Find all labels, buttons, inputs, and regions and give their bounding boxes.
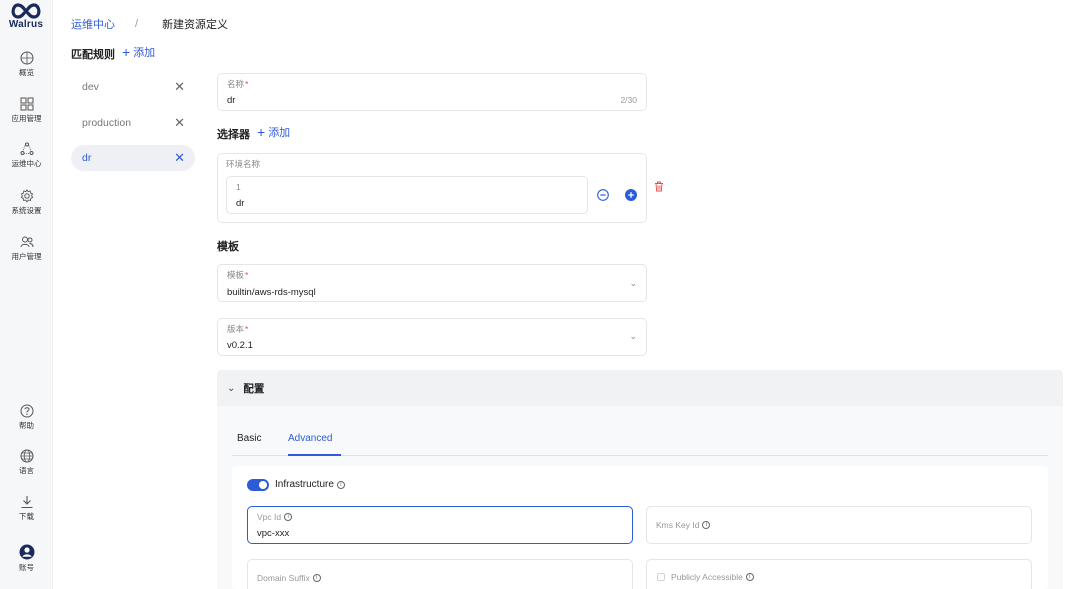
chevron-down-icon: ⌄: [629, 331, 637, 341]
users-icon: [20, 236, 33, 248]
sidebar-item-download[interactable]: 下载: [0, 495, 53, 522]
gear-icon: [20, 189, 33, 203]
template-label: 模板*: [227, 270, 249, 280]
close-icon[interactable]: ✕: [174, 79, 185, 95]
publicly-accessible-checkbox[interactable]: [657, 573, 665, 581]
sidebar-item-label: 用户管理: [11, 252, 42, 261]
info-icon: i: [312, 574, 321, 582]
publicly-accessible-field[interactable]: Publicly Accessible i: [646, 559, 1032, 589]
info-icon: i: [702, 521, 711, 529]
info-icon: i: [284, 513, 293, 521]
selector-title: 选择器: [217, 129, 250, 141]
rule-item-dr[interactable]: dr ✕: [71, 145, 195, 171]
add-row-button[interactable]: [625, 189, 637, 204]
version-value: v0.2.1: [227, 340, 253, 351]
env-name-input[interactable]: 1 dr: [226, 176, 588, 214]
rule-item-label: dr: [82, 152, 92, 164]
sidebar-item-apps[interactable]: 应用管理: [0, 97, 53, 124]
sidebar-item-account[interactable]: 账号: [0, 544, 53, 573]
plus-icon: +: [257, 124, 266, 140]
info-icon: i: [336, 480, 345, 489]
add-rule-button[interactable]: + 添加: [122, 44, 155, 60]
vpc-id-field[interactable]: Vpc Id i vpc-xxx: [247, 506, 633, 544]
close-icon[interactable]: ✕: [174, 115, 185, 131]
name-char-counter: 2/30: [620, 95, 637, 105]
version-select[interactable]: 版本* v0.2.1 ⌄: [217, 318, 647, 356]
sidebar-item-label: 应用管理: [11, 114, 42, 123]
matching-rules-title: 匹配规则: [71, 49, 115, 61]
walrus-logo[interactable]: Walrus: [3, 2, 49, 36]
config-collapse-header[interactable]: ⌄ 配置: [217, 370, 1063, 406]
domain-suffix-label: Domain Suffix i: [257, 573, 321, 583]
sidebar-item-label: 账号: [19, 563, 34, 572]
close-icon[interactable]: ✕: [174, 150, 185, 166]
template-value: builtin/aws-rds-mysql: [227, 287, 316, 298]
sidebar-item-language[interactable]: 语言: [0, 449, 53, 476]
rule-item-label: dev: [82, 81, 99, 93]
chevron-down-icon: ⌄: [629, 278, 637, 288]
tab-advanced[interactable]: Advanced: [288, 433, 332, 452]
sidebar-item-label: 系统设置: [11, 206, 42, 215]
sidebar-item-help[interactable]: 帮助: [0, 404, 53, 431]
tab-basic[interactable]: Basic: [237, 433, 261, 452]
add-selector-button[interactable]: + 添加: [257, 124, 290, 140]
kms-key-id-field[interactable]: Kms Key Id i: [646, 506, 1032, 544]
rule-item-dev[interactable]: dev ✕: [71, 74, 195, 100]
vpc-id-input-value[interactable]: vpc-xxx: [257, 528, 289, 539]
sidebar-item-ops-center[interactable]: 运维中心: [0, 142, 53, 169]
publicly-accessible-label: Publicly Accessible i: [671, 572, 754, 582]
sidebar-item-label: 概览: [19, 68, 34, 77]
domain-suffix-field[interactable]: Domain Suffix i: [247, 559, 633, 589]
env-name-value[interactable]: dr: [236, 198, 244, 209]
name-input-value[interactable]: dr: [227, 95, 235, 106]
name-field[interactable]: 名称* dr 2/30: [217, 73, 647, 111]
chevron-down-icon: ⌄: [227, 382, 236, 394]
infrastructure-label: Infrastructure i: [275, 479, 345, 490]
config-title: 配置: [243, 382, 265, 395]
info-icon: i: [745, 573, 754, 581]
active-tab-indicator: [288, 454, 341, 456]
sidebar-item-overview[interactable]: 概览: [0, 51, 53, 78]
plus-icon: +: [122, 44, 131, 60]
rule-item-label: production: [82, 117, 132, 129]
logo-text: Walrus: [8, 19, 44, 30]
sidebar-item-settings[interactable]: 系统设置: [0, 189, 53, 216]
sidebar-item-label: 下载: [19, 512, 34, 521]
delete-selector-button[interactable]: [654, 181, 664, 195]
sidebar: Walrus 概览 应用管理 运维中心 系统设置 用户管理 帮助 语言 下载 账…: [0, 0, 53, 589]
sidebar-item-label: 运维中心: [11, 159, 42, 168]
sidebar-item-users[interactable]: 用户管理: [0, 235, 53, 262]
add-selector-label: 添加: [268, 127, 291, 139]
ops-center-icon: [20, 142, 33, 155]
remove-row-button[interactable]: [597, 189, 609, 204]
account-icon: [19, 544, 34, 560]
selector-row-index: 1: [236, 182, 241, 192]
globe-icon: [20, 449, 33, 463]
version-label: 版本*: [227, 324, 249, 334]
name-field-label: 名称*: [227, 79, 249, 89]
infrastructure-toggle[interactable]: [247, 479, 269, 491]
sidebar-item-label: 语言: [19, 466, 34, 475]
template-select[interactable]: 模板* builtin/aws-rds-mysql ⌄: [217, 264, 647, 302]
help-icon: [20, 404, 33, 418]
config-tabs: Basic Advanced: [232, 430, 1048, 456]
walrus-logo-icon: [11, 3, 41, 19]
vpc-id-label: Vpc Id i: [257, 512, 293, 522]
rule-item-production[interactable]: production ✕: [71, 110, 195, 136]
overview-icon: [20, 51, 33, 65]
env-name-label: 环境名称: [226, 159, 261, 169]
breadcrumb: 运维中心 / 新建资源定义: [71, 16, 228, 32]
template-section-title: 模板: [217, 241, 239, 253]
trash-icon: [655, 181, 663, 192]
plus-circle-icon: [625, 189, 637, 201]
page-title: 新建资源定义: [162, 19, 229, 31]
add-rule-label: 添加: [133, 47, 156, 59]
sidebar-item-label: 帮助: [19, 421, 34, 430]
kms-key-id-label: Kms Key Id i: [656, 520, 711, 530]
breadcrumb-ops-center-link[interactable]: 运维中心: [71, 16, 115, 32]
minus-circle-icon: [597, 189, 609, 201]
download-icon: [21, 496, 32, 509]
breadcrumb-separator: /: [135, 18, 139, 30]
apps-grid-icon: [20, 97, 33, 111]
